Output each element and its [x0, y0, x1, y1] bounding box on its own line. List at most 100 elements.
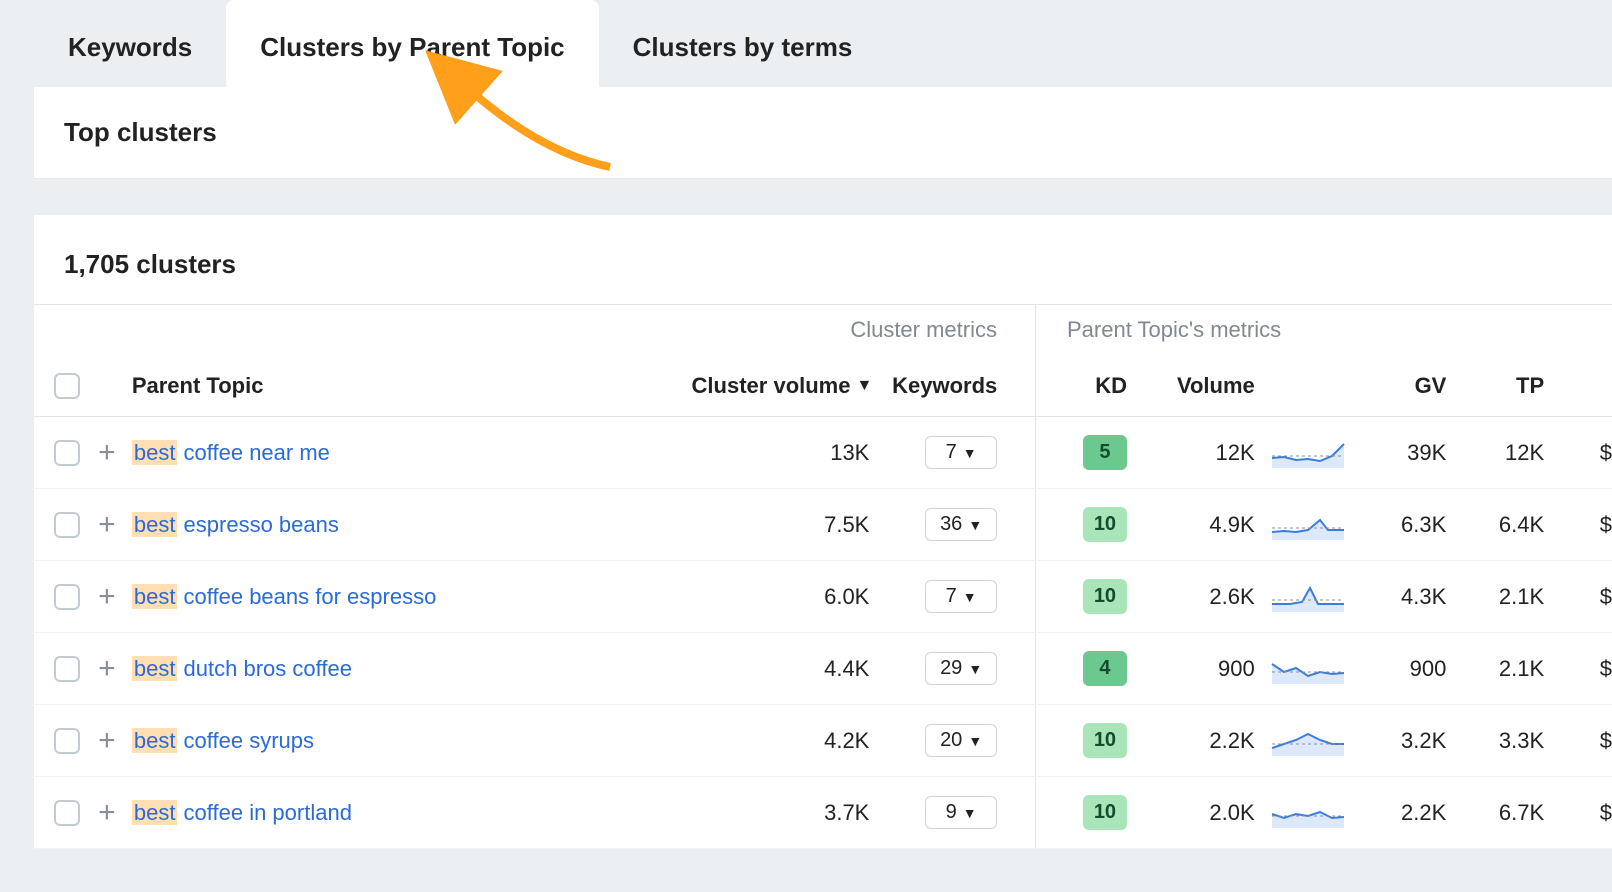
- highlight-term: best: [132, 584, 178, 609]
- price-value: $: [1550, 800, 1612, 826]
- table-row: +best coffee in portland3.7K9▼102.0K2.2K…: [34, 777, 1612, 849]
- keywords-dropdown[interactable]: 7▼: [925, 436, 997, 469]
- price-value: $: [1550, 584, 1612, 610]
- chevron-down-icon: ▼: [968, 733, 982, 749]
- highlight-term: best: [132, 800, 178, 825]
- col-gv[interactable]: GV: [1355, 373, 1453, 399]
- cluster-volume-value: 3.7K: [692, 800, 882, 826]
- tp-value: 3.3K: [1452, 728, 1550, 754]
- keywords-dropdown[interactable]: 36 ▼: [925, 508, 997, 541]
- cluster-volume-value: 4.2K: [692, 728, 882, 754]
- expand-icon[interactable]: +: [98, 726, 116, 756]
- expand-icon[interactable]: +: [98, 438, 116, 468]
- gv-value: 4.3K: [1355, 584, 1453, 610]
- sparkline-icon: [1269, 438, 1347, 468]
- column-separator: [1035, 489, 1067, 560]
- column-separator: [1035, 633, 1067, 704]
- parent-topic-link[interactable]: best coffee near me: [132, 440, 330, 465]
- topic-rest: espresso beans: [177, 512, 338, 537]
- row-checkbox[interactable]: [54, 800, 80, 826]
- chevron-down-icon: ▼: [968, 661, 982, 677]
- top-clusters-heading: Top clusters: [34, 87, 1612, 179]
- tab-strip: Keywords Clusters by Parent Topic Cluste…: [0, 0, 1612, 87]
- price-value: $: [1550, 728, 1612, 754]
- expand-icon[interactable]: +: [98, 798, 116, 828]
- column-separator: [1035, 417, 1067, 488]
- price-value: $: [1550, 440, 1612, 466]
- row-checkbox[interactable]: [54, 656, 80, 682]
- row-checkbox[interactable]: [54, 440, 80, 466]
- col-parent-topic[interactable]: Parent Topic: [132, 373, 692, 399]
- price-value: $: [1550, 656, 1612, 682]
- column-separator: [1035, 705, 1067, 776]
- keywords-dropdown[interactable]: 9▼: [925, 796, 997, 829]
- cluster-count: 1,705 clusters: [34, 215, 1612, 304]
- kd-badge: 10: [1083, 579, 1127, 614]
- select-all-checkbox[interactable]: [54, 373, 80, 399]
- cluster-volume-value: 13K: [692, 440, 882, 466]
- col-keywords[interactable]: Keywords: [882, 373, 1036, 399]
- parent-topic-link[interactable]: best espresso beans: [132, 512, 339, 537]
- topic-rest: coffee in portland: [177, 800, 352, 825]
- tp-value: 12K: [1452, 440, 1550, 466]
- chevron-down-icon: ▼: [963, 589, 977, 605]
- kd-badge: 5: [1083, 435, 1127, 470]
- parent-topic-link[interactable]: best coffee syrups: [132, 728, 314, 753]
- group-cluster-metrics: Cluster metrics: [691, 317, 1035, 343]
- column-group-header: Cluster metrics Parent Topic's metrics: [34, 305, 1612, 355]
- keywords-count: 9: [946, 801, 957, 824]
- parent-topic-link[interactable]: best coffee beans for espresso: [132, 584, 436, 609]
- col-tp[interactable]: TP: [1452, 373, 1550, 399]
- row-checkbox[interactable]: [54, 584, 80, 610]
- kd-badge: 10: [1083, 723, 1127, 758]
- kd-badge: 4: [1083, 651, 1127, 686]
- volume-value: 4.9K: [1133, 512, 1261, 538]
- parent-topic-link[interactable]: best dutch bros coffee: [132, 656, 352, 681]
- sparkline-icon: [1269, 654, 1347, 684]
- highlight-term: best: [132, 512, 178, 537]
- kd-badge: 10: [1083, 795, 1127, 830]
- tab-keywords[interactable]: Keywords: [34, 0, 226, 87]
- col-volume[interactable]: Volume: [1133, 373, 1261, 399]
- keywords-dropdown[interactable]: 29 ▼: [925, 652, 997, 685]
- price-value: $: [1550, 512, 1612, 538]
- chevron-down-icon: ▼: [963, 805, 977, 821]
- table-row: +best coffee near me13K7▼512K39K12K$: [34, 417, 1612, 489]
- expand-icon[interactable]: +: [98, 654, 116, 684]
- col-kd[interactable]: KD: [1067, 373, 1133, 399]
- col-cluster-volume[interactable]: Cluster volume ▼: [692, 373, 882, 399]
- sparkline-icon: [1269, 726, 1347, 756]
- tp-value: 2.1K: [1452, 584, 1550, 610]
- gv-value: 900: [1355, 656, 1453, 682]
- row-checkbox[interactable]: [54, 512, 80, 538]
- topic-rest: coffee syrups: [177, 728, 314, 753]
- expand-icon[interactable]: +: [98, 582, 116, 612]
- volume-value: 2.2K: [1133, 728, 1261, 754]
- chevron-down-icon: ▼: [963, 445, 977, 461]
- expand-icon[interactable]: +: [98, 510, 116, 540]
- keywords-count: 20: [940, 729, 962, 752]
- cluster-volume-value: 7.5K: [692, 512, 882, 538]
- topic-rest: coffee near me: [177, 440, 329, 465]
- keywords-dropdown[interactable]: 20 ▼: [925, 724, 997, 757]
- highlight-term: best: [132, 728, 178, 753]
- tab-clusters-terms[interactable]: Clusters by terms: [599, 0, 887, 87]
- col-cluster-volume-label: Cluster volume: [692, 373, 851, 399]
- keywords-count: 36: [940, 513, 962, 536]
- chevron-down-icon: ▼: [968, 517, 982, 533]
- volume-value: 900: [1133, 656, 1261, 682]
- keywords-dropdown[interactable]: 7▼: [925, 580, 997, 613]
- volume-value: 2.6K: [1133, 584, 1261, 610]
- keywords-count: 29: [940, 657, 962, 680]
- row-checkbox[interactable]: [54, 728, 80, 754]
- volume-value: 12K: [1133, 440, 1261, 466]
- parent-topic-link[interactable]: best coffee in portland: [132, 800, 352, 825]
- sparkline-icon: [1269, 582, 1347, 612]
- gv-value: 39K: [1355, 440, 1453, 466]
- tab-clusters-parent-topic[interactable]: Clusters by Parent Topic: [226, 0, 598, 87]
- column-separator: [1035, 777, 1067, 848]
- table-row: +best coffee syrups4.2K20▼102.2K3.2K3.3K…: [34, 705, 1612, 777]
- sparkline-icon: [1269, 798, 1347, 828]
- kd-badge: 10: [1083, 507, 1127, 542]
- tp-value: 6.4K: [1452, 512, 1550, 538]
